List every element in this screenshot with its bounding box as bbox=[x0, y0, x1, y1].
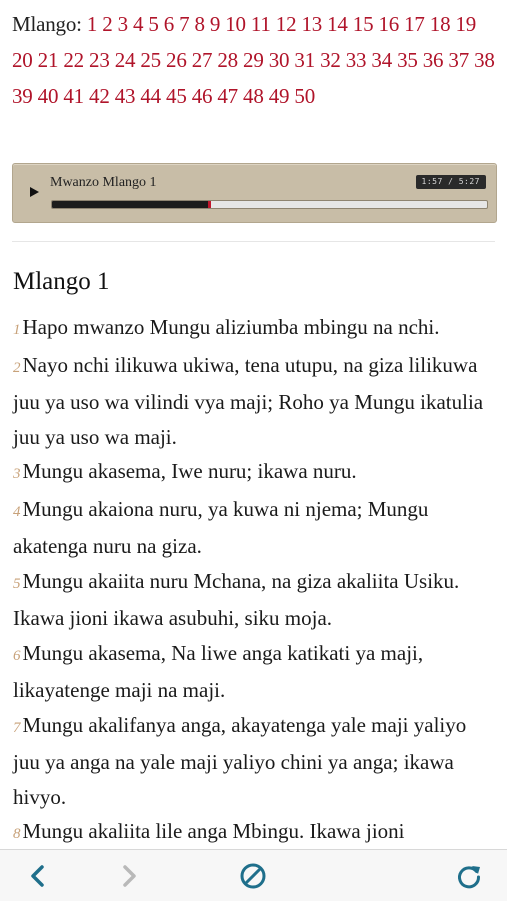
chapter-link-11[interactable]: 11 bbox=[251, 12, 271, 36]
verse: 6Mungu akasema, Na liwe anga katikati ya… bbox=[13, 636, 497, 708]
chapter-link-21[interactable]: 21 bbox=[38, 48, 59, 72]
verse-text: Mungu akaiona nuru, ya kuwa ni njema; Mu… bbox=[13, 496, 429, 559]
chapter-link-24[interactable]: 24 bbox=[115, 48, 136, 72]
chapter-link-17[interactable]: 17 bbox=[404, 12, 425, 36]
verse-number: 6 bbox=[13, 647, 21, 664]
stop-icon[interactable] bbox=[239, 862, 267, 890]
refresh-icon[interactable] bbox=[455, 862, 483, 890]
chapter-link-2[interactable]: 2 bbox=[102, 12, 113, 36]
chapter-link-8[interactable]: 8 bbox=[194, 12, 205, 36]
chapter-link-14[interactable]: 14 bbox=[327, 12, 348, 36]
chapter-link-13[interactable]: 13 bbox=[301, 12, 322, 36]
verse-text: Mungu akalifanya anga, akayatenga yale m… bbox=[13, 712, 467, 809]
chapter-link-30[interactable]: 30 bbox=[269, 48, 290, 72]
chapter-link-25[interactable]: 25 bbox=[140, 48, 161, 72]
chapter-link-37[interactable]: 37 bbox=[448, 48, 469, 72]
back-icon[interactable] bbox=[24, 862, 52, 890]
verse-number: 1 bbox=[13, 322, 21, 338]
chapter-link-34[interactable]: 34 bbox=[371, 48, 392, 72]
chapter-link-19[interactable]: 19 bbox=[455, 12, 476, 36]
verse-number: 3 bbox=[13, 466, 21, 482]
verse-number: 4 bbox=[13, 503, 21, 520]
chapter-link-28[interactable]: 28 bbox=[217, 48, 238, 72]
chapter-link-42[interactable]: 42 bbox=[89, 84, 110, 108]
verse-text: Mungu akasema, Iwe nuru; ikawa nuru. bbox=[22, 459, 357, 483]
chapter-link-9[interactable]: 9 bbox=[210, 12, 221, 36]
verse-number: 8 bbox=[13, 826, 21, 842]
chapter-link-48[interactable]: 48 bbox=[243, 84, 264, 108]
chapter-link-29[interactable]: 29 bbox=[243, 48, 264, 72]
verse-text: Mungu akasema, Na liwe anga katikati ya … bbox=[13, 640, 424, 703]
verse-text: Mungu akaiita nuru Mchana, na giza akali… bbox=[13, 568, 460, 631]
chapter-link-39[interactable]: 39 bbox=[12, 84, 33, 108]
progress-bar[interactable] bbox=[51, 200, 488, 209]
divider bbox=[12, 241, 495, 242]
chapter-link-26[interactable]: 26 bbox=[166, 48, 187, 72]
chapter-link-36[interactable]: 36 bbox=[423, 48, 444, 72]
chapter-link-33[interactable]: 33 bbox=[346, 48, 367, 72]
chapter-link-4[interactable]: 4 bbox=[133, 12, 144, 36]
chapter-link-15[interactable]: 15 bbox=[353, 12, 374, 36]
chapter-link-10[interactable]: 10 bbox=[225, 12, 246, 36]
chapter-link-38[interactable]: 38 bbox=[474, 48, 495, 72]
bottom-toolbar bbox=[0, 849, 507, 901]
chapter-link-23[interactable]: 23 bbox=[89, 48, 110, 72]
chapter-link-41[interactable]: 41 bbox=[63, 84, 84, 108]
verse-text: Nayo nchi ilikuwa ukiwa, tena utupu, na … bbox=[13, 352, 484, 449]
audio-player: Mwanzo Mlango 1 1:57 / 5:27 bbox=[12, 163, 497, 223]
progress-cursor[interactable] bbox=[207, 201, 211, 208]
chapter-link-6[interactable]: 6 bbox=[164, 12, 175, 36]
forward-icon[interactable] bbox=[115, 862, 143, 890]
chapter-link-12[interactable]: 12 bbox=[276, 12, 297, 36]
chapter-link-49[interactable]: 49 bbox=[269, 84, 290, 108]
verse-number: 5 bbox=[13, 575, 21, 592]
verse: 4Mungu akaiona nuru, ya kuwa ni njema; M… bbox=[13, 492, 497, 564]
chapter-link-43[interactable]: 43 bbox=[115, 84, 136, 108]
chapter-nav-label: Mlango: bbox=[12, 12, 82, 36]
chapter-link-35[interactable]: 35 bbox=[397, 48, 418, 72]
chapter-heading: Mlango 1 bbox=[13, 268, 110, 295]
verse-text: Mungu akaliita lile anga Mbingu. Ikawa j… bbox=[22, 819, 405, 843]
chapter-link-1[interactable]: 1 bbox=[87, 12, 98, 36]
chapter-link-40[interactable]: 40 bbox=[38, 84, 59, 108]
chapter-link-45[interactable]: 45 bbox=[166, 84, 187, 108]
verse: 5Mungu akaiita nuru Mchana, na giza akal… bbox=[13, 564, 497, 636]
chapter-link-20[interactable]: 20 bbox=[12, 48, 33, 72]
chapter-link-32[interactable]: 32 bbox=[320, 48, 341, 72]
chapter-link-7[interactable]: 7 bbox=[179, 12, 190, 36]
chapter-link-18[interactable]: 18 bbox=[430, 12, 451, 36]
verse: 2Nayo nchi ilikuwa ukiwa, tena utupu, na… bbox=[13, 348, 497, 455]
chapter-link-16[interactable]: 16 bbox=[378, 12, 399, 36]
chapter-link-46[interactable]: 46 bbox=[192, 84, 213, 108]
chapter-link-5[interactable]: 5 bbox=[148, 12, 159, 36]
chapter-link-22[interactable]: 22 bbox=[63, 48, 84, 72]
chapter-link-50[interactable]: 50 bbox=[294, 84, 315, 108]
chapter-nav: Mlango: 1 2 3 4 5 6 7 8 9 10 11 12 13 14… bbox=[12, 6, 500, 114]
track-title: Mwanzo Mlango 1 bbox=[50, 175, 157, 190]
play-icon[interactable] bbox=[30, 187, 39, 197]
chapter-link-27[interactable]: 27 bbox=[192, 48, 213, 72]
verse: 8Mungu akaliita lile anga Mbingu. Ikawa … bbox=[13, 814, 497, 852]
chapter-link-44[interactable]: 44 bbox=[140, 84, 161, 108]
verse-number: 7 bbox=[13, 719, 21, 736]
verse-number: 2 bbox=[13, 359, 21, 376]
chapter-link-47[interactable]: 47 bbox=[217, 84, 238, 108]
verse: 1Hapo mwanzo Mungu aliziumba mbingu na n… bbox=[13, 310, 497, 348]
chapter-text: 1Hapo mwanzo Mungu aliziumba mbingu na n… bbox=[13, 310, 497, 852]
chapter-links: 1 2 3 4 5 6 7 8 9 10 11 12 13 14 15 16 1… bbox=[12, 12, 495, 108]
verse: 7Mungu akalifanya anga, akayatenga yale … bbox=[13, 708, 497, 815]
chapter-link-31[interactable]: 31 bbox=[294, 48, 315, 72]
verse-text: Hapo mwanzo Mungu aliziumba mbingu na nc… bbox=[22, 315, 440, 339]
chapter-link-3[interactable]: 3 bbox=[118, 12, 129, 36]
verse: 3Mungu akasema, Iwe nuru; ikawa nuru. bbox=[13, 454, 497, 492]
playback-time: 1:57 / 5:27 bbox=[415, 175, 486, 189]
progress-fill bbox=[52, 201, 209, 208]
